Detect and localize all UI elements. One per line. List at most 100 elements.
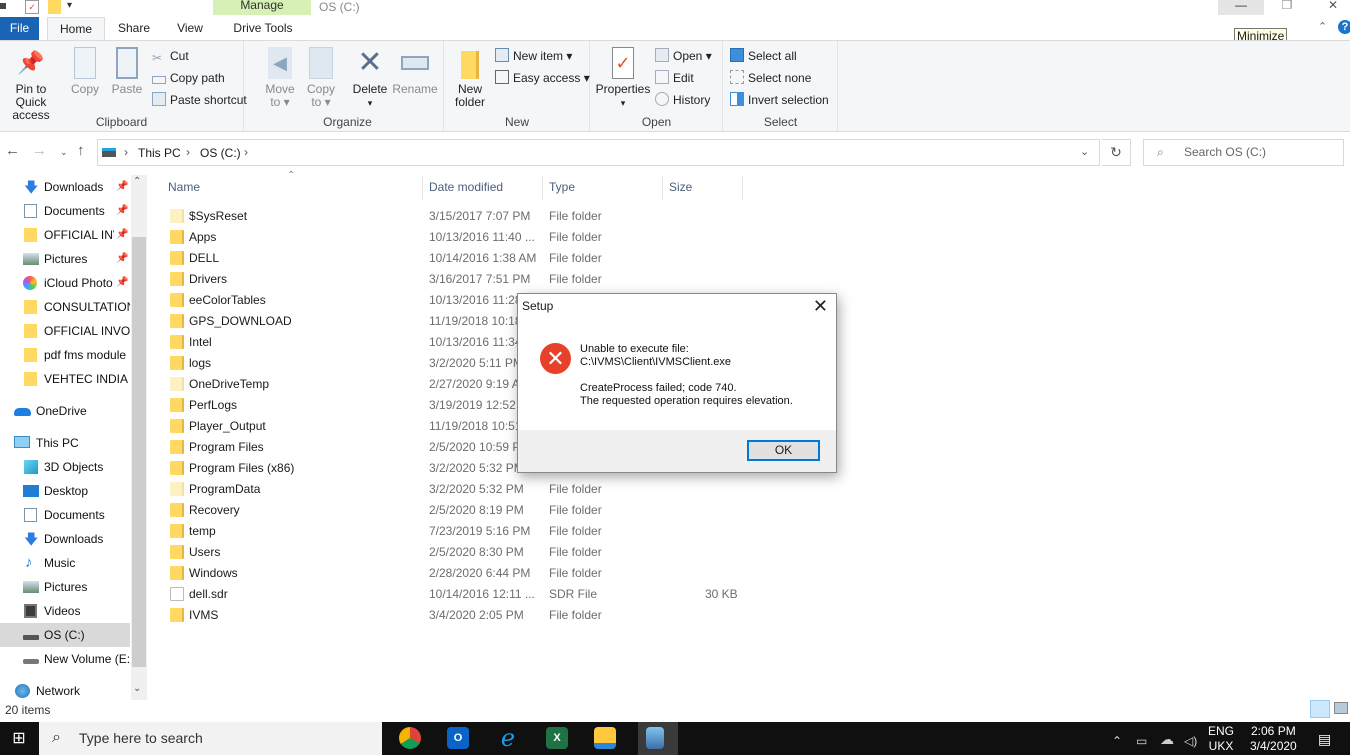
paste-button[interactable]: Paste (108, 47, 146, 96)
file-row[interactable]: dell.sdr 10/14/2016 12:11 ... SDR File 30 K… (160, 584, 760, 605)
properties-button[interactable]: ✓ Properties ▾ (593, 47, 653, 110)
clock[interactable]: 2:06 PM 3/4/2020 (1250, 724, 1297, 754)
back-arrow-icon[interactable]: ← (5, 142, 20, 159)
properties-qat-icon[interactable]: ✓ (25, 0, 39, 14)
tab-view[interactable]: View (168, 17, 212, 40)
delete-button[interactable]: ✕ Delete ▾ (350, 47, 390, 110)
move-to-button[interactable]: ◀ Move to ▾ (260, 47, 300, 109)
customize-qat-icon[interactable]: ▾ (67, 0, 72, 14)
volume-icon[interactable]: ◁) (1184, 734, 1197, 748)
nav-desktop[interactable]: Desktop (0, 479, 130, 503)
file-row[interactable]: temp 7/23/2019 5:16 PM File folder (160, 521, 760, 542)
language-indicator[interactable]: ENG UKX (1208, 724, 1234, 754)
file-row[interactable]: Users 2/5/2020 8:30 PM File folder (160, 542, 760, 563)
new-item-button[interactable]: New item ▾ (495, 46, 572, 66)
battery-icon[interactable]: ▭ (1136, 734, 1147, 748)
column-divider[interactable] (422, 176, 423, 200)
rename-button[interactable]: Rename (392, 47, 438, 96)
cut-button[interactable]: ✂ Cut (152, 46, 189, 66)
easy-access-button[interactable]: Easy access ▾ (495, 68, 590, 88)
column-header-size[interactable]: Size (669, 180, 692, 194)
manage-context-tab[interactable]: Manage (213, 0, 311, 15)
nav-quick-downloads[interactable]: 🡇 Downloads 📌 (0, 175, 130, 199)
nav-this-pc[interactable]: This PC (0, 431, 130, 455)
file-row[interactable]: IVMS 3/4/2020 2:05 PM File folder (160, 605, 760, 626)
select-all-button[interactable]: Select all (730, 46, 797, 66)
scroll-up-icon[interactable]: ⌃ (133, 176, 141, 187)
address-dropdown-icon[interactable]: ⌄ (1080, 145, 1089, 158)
nav-pictures[interactable]: Pictures (0, 575, 130, 599)
column-header-type[interactable]: Type (549, 180, 575, 194)
new-folder-qat-icon[interactable] (48, 0, 61, 14)
chrome-icon[interactable] (399, 727, 421, 749)
nav-pane-scroll-thumb[interactable] (132, 237, 146, 667)
excel-icon[interactable]: X (546, 727, 568, 749)
nav-network[interactable]: Network (0, 679, 130, 703)
taskbar-search-input[interactable]: Type here to search (39, 722, 382, 755)
dialog-close-icon[interactable]: ✕ (813, 296, 828, 317)
file-row[interactable]: Apps 10/13/2016 11:40 ... File folder (160, 227, 760, 248)
column-divider[interactable] (542, 176, 543, 200)
nav-os-c[interactable]: OS (C:) (0, 623, 130, 647)
history-button[interactable]: History (655, 90, 710, 110)
file-row[interactable]: Windows 2/28/2020 6:44 PM File folder (160, 563, 760, 584)
help-icon[interactable]: ? (1338, 20, 1350, 34)
file-row[interactable]: ProgramData 3/2/2020 5:32 PM File folder (160, 479, 760, 500)
action-center-icon[interactable]: ▤ (1318, 731, 1331, 748)
nav-quick-official-invoic[interactable]: OFFICIAL INVOIC (0, 319, 130, 343)
breadcrumb-os-c[interactable]: OS (C:) (200, 146, 241, 160)
tab-file[interactable]: File (0, 17, 39, 40)
open-button[interactable]: Open ▾ (655, 46, 712, 66)
nav-videos[interactable]: Videos (0, 599, 130, 623)
nav-quick-vehtec-india[interactable]: VEHTEC INDIA (0, 367, 130, 391)
file-row[interactable]: Drivers 3/16/2017 7:51 PM File folder (160, 269, 760, 290)
address-bar[interactable]: › This PC › OS (C:) › ⌄ (97, 139, 1100, 166)
breadcrumb-this-pc[interactable]: This PC (138, 146, 181, 160)
column-divider[interactable] (662, 176, 663, 200)
nav-quick-pictures[interactable]: Pictures 📌 (0, 247, 130, 271)
nav-quick-consultation[interactable]: CONSULTATION (0, 295, 130, 319)
copy-to-button[interactable]: Copy to ▾ (302, 47, 340, 109)
nav-quick-official-inv[interactable]: OFFICIAL INV 📌 (0, 223, 130, 247)
nav-music[interactable]: ♪ Music (0, 551, 130, 575)
setup-icon[interactable] (646, 727, 664, 749)
close-button[interactable]: ✕ (1310, 0, 1350, 15)
onedrive-tray-icon[interactable]: ☁ (1160, 731, 1174, 748)
nav-quick-icloud-photos[interactable]: iCloud Photo 📌 (0, 271, 130, 295)
outlook-icon[interactable]: O (447, 727, 469, 749)
column-header-date[interactable]: Date modified (429, 180, 503, 194)
column-header-name[interactable]: Name (168, 180, 200, 194)
file-row[interactable]: DELL 10/14/2016 1:38 AM File folder (160, 248, 760, 269)
search-input[interactable]: Search OS (C:) (1143, 139, 1344, 166)
paste-shortcut-button[interactable]: Paste shortcut (152, 90, 247, 110)
save-icon[interactable] (0, 3, 6, 9)
ok-button[interactable]: OK (747, 440, 820, 461)
tab-home[interactable]: Home (47, 17, 105, 40)
scroll-down-icon[interactable]: ⌄ (133, 683, 141, 694)
forward-arrow-icon[interactable]: → (32, 142, 47, 159)
nav-documents[interactable]: Documents (0, 503, 130, 527)
large-icons-view-button[interactable] (1334, 702, 1348, 714)
tab-share[interactable]: Share (110, 17, 158, 40)
windows-start-icon[interactable]: ⊞ (0, 722, 38, 755)
nav-quick-documents[interactable]: Documents 📌 (0, 199, 130, 223)
pin-to-quick-access-button[interactable]: 📌 Pin to Quick access (0, 47, 62, 122)
select-none-button[interactable]: Select none (730, 68, 811, 88)
minimize-button[interactable]: — (1218, 0, 1264, 15)
copy-path-button[interactable]: Copy path (152, 68, 225, 88)
file-explorer-icon[interactable] (594, 727, 616, 749)
nav-quick-pdf-fms-module[interactable]: pdf fms module (0, 343, 130, 367)
nav-3d-objects[interactable]: 3D Objects (0, 455, 130, 479)
tab-drive-tools[interactable]: Drive Tools (220, 17, 306, 40)
show-hidden-icons-icon[interactable]: ⌃ (1112, 734, 1122, 748)
recent-locations-icon[interactable]: ⌄ (60, 147, 68, 158)
restore-button[interactable]: ❐ (1264, 0, 1310, 15)
up-arrow-icon[interactable]: ↑ (77, 142, 85, 159)
file-row[interactable]: Recovery 2/5/2020 8:19 PM File folder (160, 500, 760, 521)
copy-button[interactable]: Copy (66, 47, 104, 96)
nav-downloads[interactable]: 🡇 Downloads (0, 527, 130, 551)
details-view-button[interactable] (1310, 700, 1330, 718)
collapse-ribbon-icon[interactable]: ⌃ (1318, 20, 1327, 33)
invert-selection-button[interactable]: Invert selection (730, 90, 829, 110)
column-divider[interactable] (742, 176, 743, 200)
